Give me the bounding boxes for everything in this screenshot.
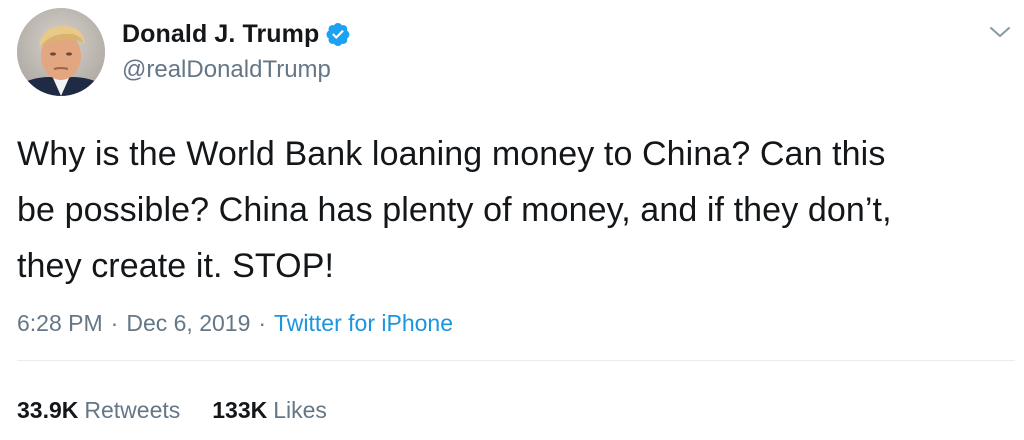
tweet-text-line: they create it. STOP!	[17, 247, 335, 285]
tweet-source-link[interactable]: Twitter for iPhone	[274, 310, 453, 337]
author-block: Donald J. Trump @realDonaldTrump	[122, 16, 351, 84]
avatar[interactable]	[17, 8, 105, 96]
chevron-down-icon[interactable]	[988, 22, 1012, 42]
retweets-count: 33.9K	[17, 397, 79, 423]
tweet-time[interactable]: 6:28 PM	[17, 310, 103, 337]
verified-badge-icon	[325, 21, 351, 47]
author-handle[interactable]: @realDonaldTrump	[122, 56, 351, 84]
likes-stat[interactable]: 133K Likes	[212, 397, 327, 424]
author-name-row: Donald J. Trump	[122, 16, 351, 52]
tweet-text-line: be possible? China has plenty of money, …	[17, 191, 892, 229]
divider	[17, 360, 1015, 361]
tweet-meta: 6:28 PM · Dec 6, 2019 · Twitter for iPho…	[17, 310, 453, 337]
tweet-date[interactable]: Dec 6, 2019	[126, 310, 250, 337]
tweet-card: Donald J. Trump @realDonaldTrump Why is …	[0, 0, 1024, 440]
likes-count: 133K	[212, 397, 268, 423]
meta-separator: ·	[110, 310, 119, 336]
meta-separator: ·	[258, 310, 267, 336]
tweet-text: Why is the World Bank loaning money to C…	[17, 126, 1007, 294]
retweets-stat[interactable]: 33.9K Retweets	[17, 397, 180, 424]
tweet-stats: 33.9K Retweets 133K Likes	[17, 397, 327, 424]
author-display-name[interactable]: Donald J. Trump	[122, 20, 319, 49]
likes-label: Likes	[273, 397, 327, 423]
retweets-label: Retweets	[84, 397, 181, 423]
avatar-image	[17, 8, 105, 96]
tweet-text-line: Why is the World Bank loaning money to C…	[17, 135, 886, 173]
